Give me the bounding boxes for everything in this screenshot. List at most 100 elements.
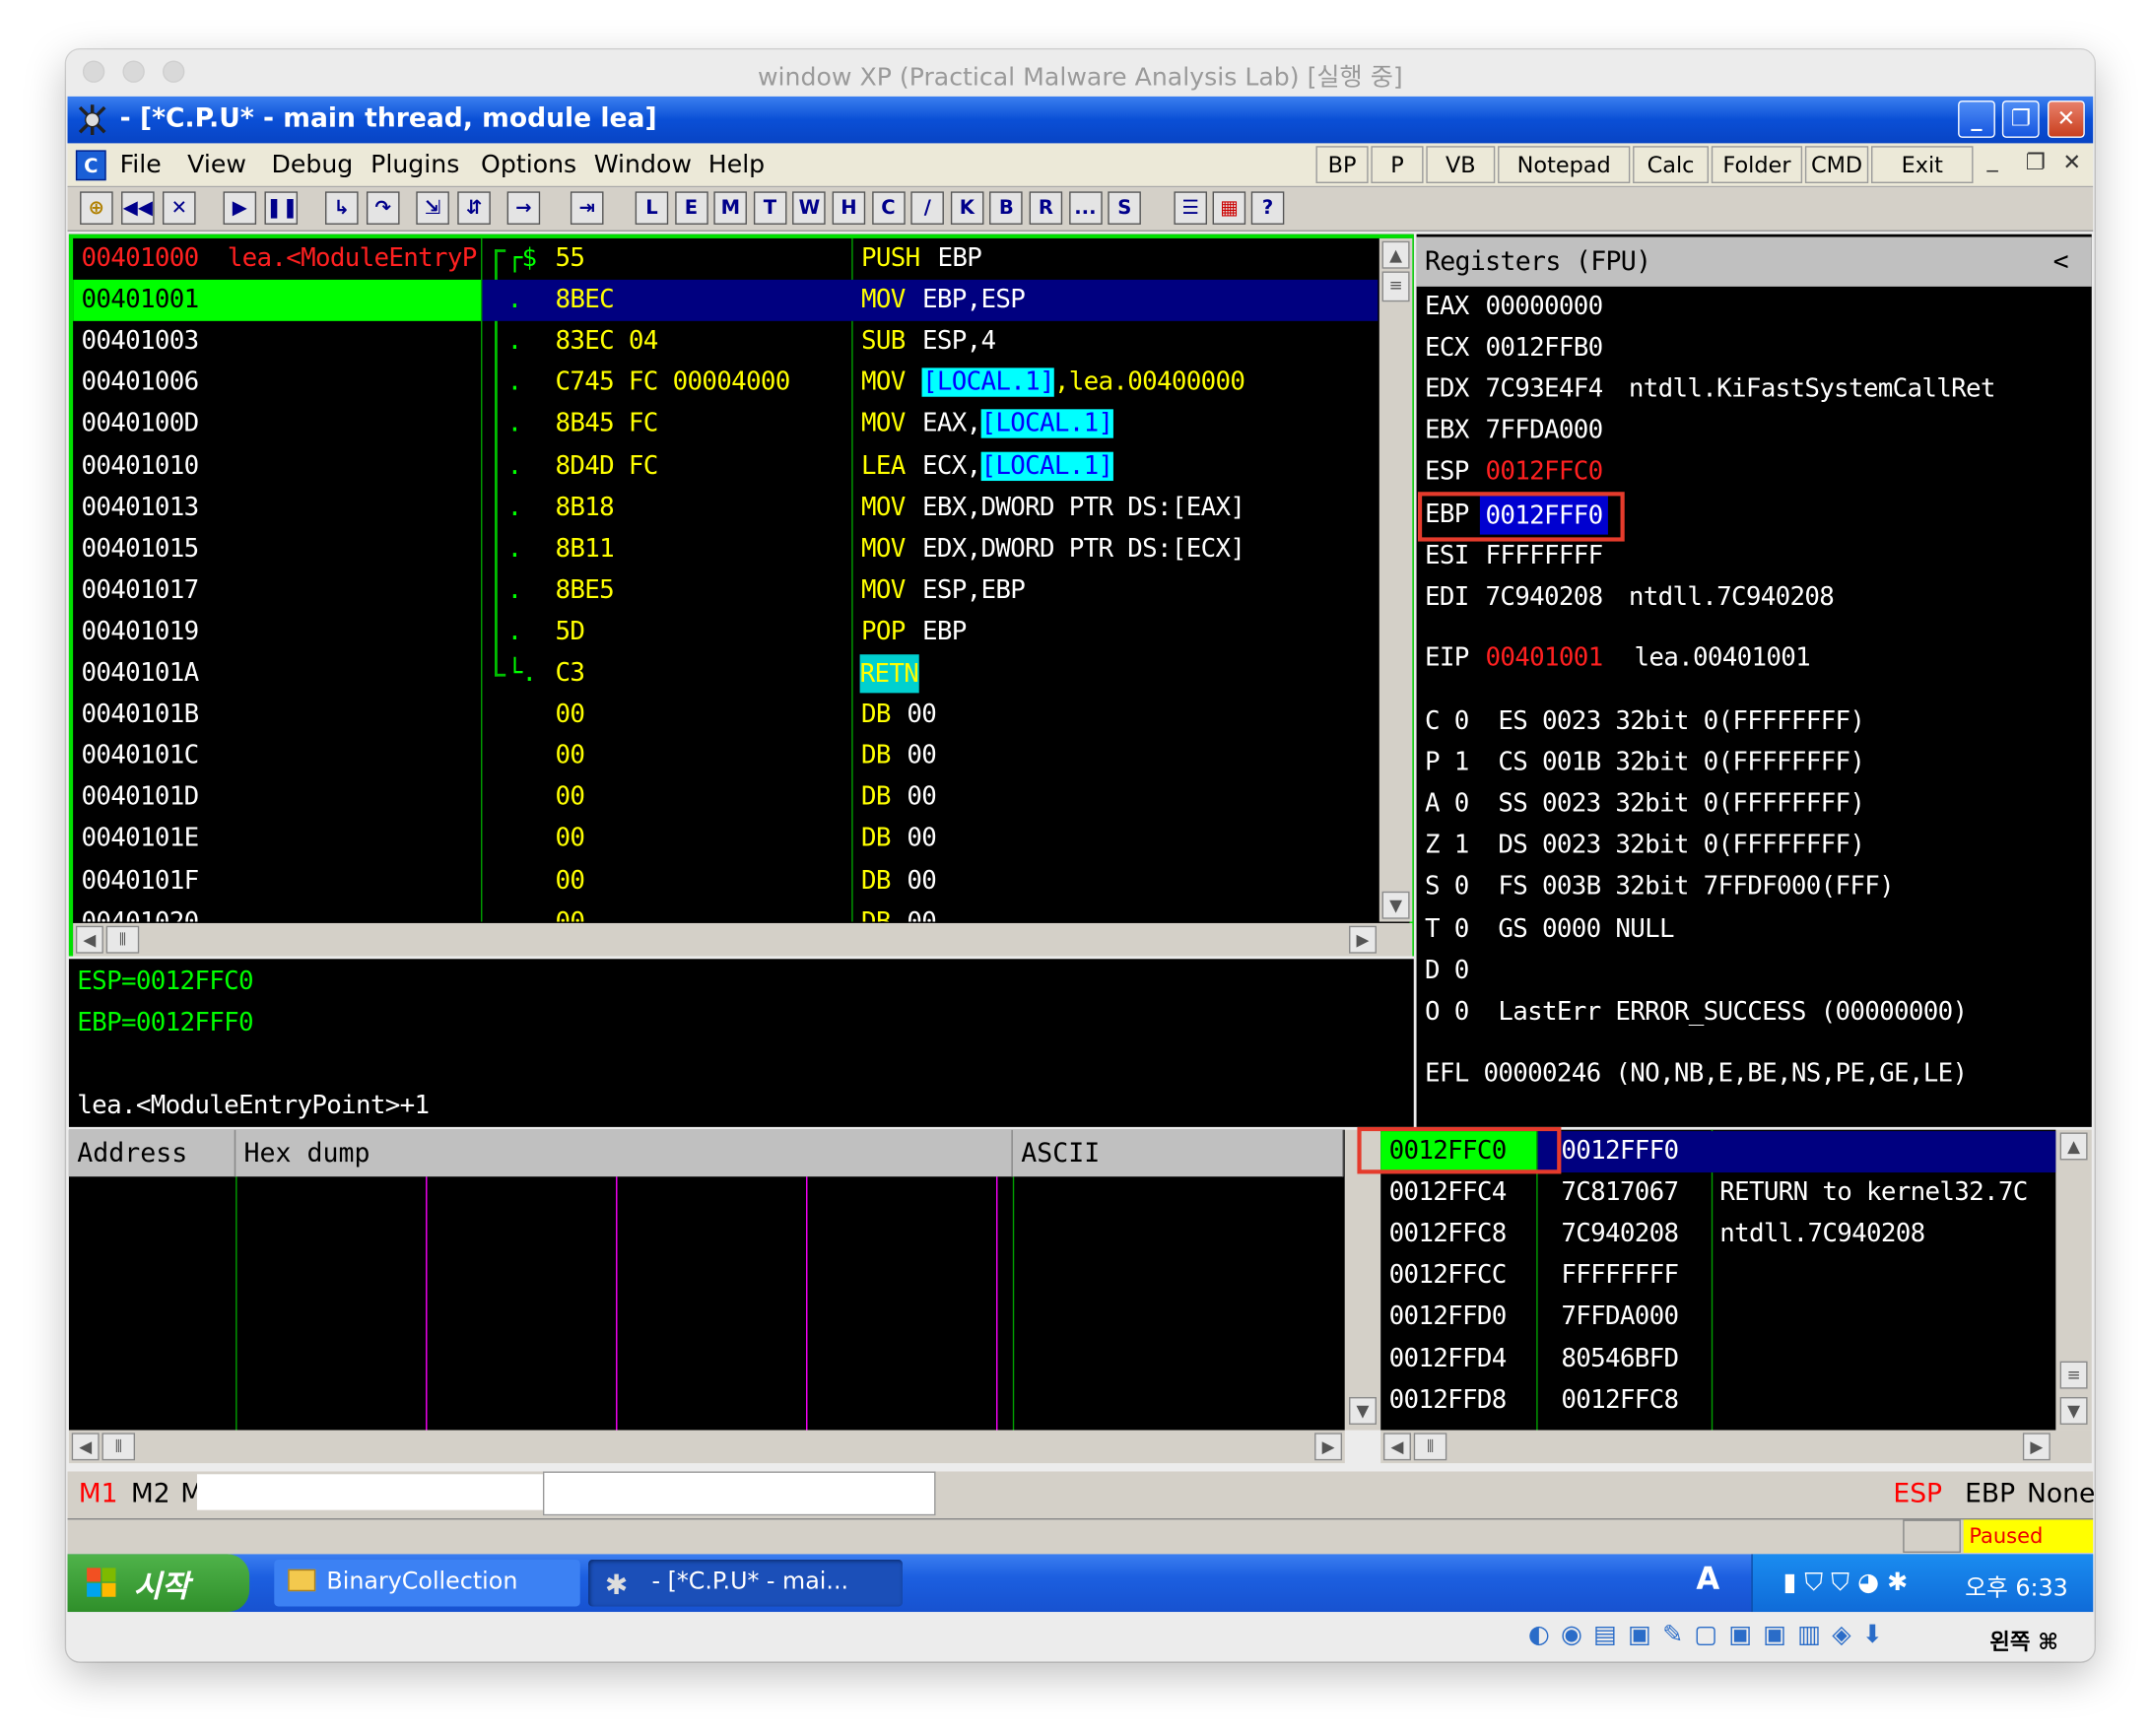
- letter-button[interactable]: B: [989, 191, 1024, 225]
- flag-row[interactable]: D 0: [1425, 950, 1469, 991]
- none-toggle[interactable]: None: [2027, 1478, 2095, 1508]
- disasm-row[interactable]: 0040100D. 8B45 FC MOV EAX,[LOCAL.1]: [73, 404, 1378, 445]
- disasm-row[interactable]: 00401013. 8B18 MOV EBX,DWORD PTR DS:[EAX]: [73, 487, 1378, 528]
- scroll-up-icon[interactable]: ▲: [1381, 240, 1410, 269]
- menu-window[interactable]: Window: [594, 150, 692, 178]
- vbox-device-icons[interactable]: ◐◉▤▣✎▢▣▣▥◈⬇: [1528, 1621, 1894, 1649]
- letter-button[interactable]: H: [832, 191, 866, 225]
- minimize-dot-icon[interactable]: [122, 60, 145, 83]
- flag-row[interactable]: P 1 CS 001B 32bit 0(FFFFFFFF): [1425, 743, 1865, 784]
- register-value[interactable]: 7C940208: [1485, 576, 1603, 618]
- efl-row[interactable]: EFL 00000246 (NO,NB,E,BE,NS,PE,GE,LE): [1425, 1054, 1968, 1096]
- letter-button[interactable]: C: [871, 191, 906, 225]
- disasm-row[interactable]: 00401010. 8D4D FC LEA ECX,[LOCAL.1]: [73, 445, 1378, 487]
- taskbar-item-folder[interactable]: BinaryCollection: [274, 1559, 580, 1607]
- stack-vscroll[interactable]: ▲ ≡ ▼: [2055, 1129, 2092, 1431]
- minimize-icon[interactable]: _: [1958, 100, 1995, 138]
- disasm-row[interactable]: 0040101E 00 DB 00: [73, 819, 1378, 860]
- menu-view[interactable]: View: [187, 150, 246, 178]
- register-row[interactable]: EDI 7C940208 ntdll.7C940208: [1417, 576, 2092, 618]
- ebp-toggle[interactable]: EBP: [1965, 1478, 2015, 1508]
- cmd-button[interactable]: CMD: [1804, 146, 1869, 183]
- dump-vscroll[interactable]: ▼: [1344, 1129, 1381, 1431]
- taskbar-item-ollydbg[interactable]: ✱ - [*C.P.U* - mai...: [588, 1559, 903, 1607]
- letter-button[interactable]: S: [1108, 191, 1142, 225]
- collapse-icon[interactable]: <: [2053, 241, 2069, 283]
- close-dot-icon[interactable]: [82, 60, 105, 83]
- m2-label[interactable]: M2: [131, 1478, 170, 1508]
- col-hex-dump[interactable]: Hex dump: [235, 1129, 1013, 1177]
- registers-pane[interactable]: Registers (FPU) < EAX 00000000 ECX 0012FFB0…: [1416, 234, 2092, 1127]
- disasm-vscroll[interactable]: ▲ ≡ ▼: [1379, 237, 1413, 922]
- register-value[interactable]: 0012FFB0: [1485, 328, 1603, 369]
- disasm-row[interactable]: 00401015. 8B11 MOV EDX,DWORD PTR DS:[ECX]: [73, 529, 1378, 570]
- step-over-icon[interactable]: ↷: [366, 191, 400, 225]
- flag-row[interactable]: O 0 LastErr ERROR_SUCCESS (00000000): [1425, 991, 1968, 1033]
- flag-row[interactable]: S 0 FS 003B 32bit 7FFDF000(FFF): [1425, 867, 1895, 908]
- register-value[interactable]: 0012FFC0: [1485, 452, 1603, 494]
- flag-row[interactable]: Z 1 DS 0023 32bit 0(FFFFFFFF): [1425, 826, 1865, 867]
- close-icon[interactable]: ✕: [2048, 100, 2085, 138]
- stack-pane[interactable]: 0012FFC0 0012FFF0 0012FFC4 7C817067 RETURN t…: [1380, 1129, 2056, 1431]
- disasm-row[interactable]: 0040101D 00 DB 00: [73, 777, 1378, 819]
- menu-file[interactable]: File: [120, 150, 162, 178]
- language-indicator[interactable]: A: [1696, 1563, 1719, 1597]
- scroll-thumb[interactable]: ⦀: [105, 925, 140, 954]
- cpu-window-icon[interactable]: C: [75, 150, 106, 181]
- notepad-button[interactable]: Notepad: [1498, 146, 1631, 183]
- disasm-row[interactable]: 0040101C 00 DB 00: [73, 736, 1378, 777]
- stack-row[interactable]: 0012FFD4 80546BFD: [1380, 1339, 2055, 1380]
- trace-into-icon[interactable]: ⇲: [416, 191, 449, 225]
- menu-options[interactable]: Options: [481, 150, 576, 178]
- letter-button[interactable]: R: [1029, 191, 1063, 225]
- register-value[interactable]: 00000000: [1485, 287, 1603, 328]
- menu-help[interactable]: Help: [708, 150, 765, 178]
- register-row[interactable]: ESI FFFFFFFF: [1417, 535, 2092, 576]
- scroll-thumb[interactable]: ≡: [1381, 271, 1410, 302]
- run-icon[interactable]: ▶: [223, 191, 257, 225]
- disasm-row[interactable]: 00401019. 5D POP EBP: [73, 612, 1378, 653]
- bp-button[interactable]: BP: [1315, 146, 1369, 183]
- flag-row[interactable]: A 0 SS 0023 32bit 0(FFFFFFFF): [1425, 784, 1865, 826]
- tray-icons[interactable]: ▮ ⛉ ⛉ ◕ ✱: [1783, 1568, 1909, 1596]
- register-row[interactable]: EDX 7C93E4F4 ntdll.KiFastSystemCallRet: [1417, 369, 2092, 411]
- open-icon[interactable]: ⊕: [80, 191, 113, 225]
- register-row[interactable]: ECX 0012FFB0: [1417, 328, 2092, 369]
- scroll-right-icon[interactable]: ▶: [1314, 1433, 1343, 1461]
- scroll-left-icon[interactable]: ◀: [1382, 1433, 1411, 1461]
- stack-row[interactable]: 0012FFCC FFFFFFFF: [1380, 1255, 2055, 1297]
- vb-button[interactable]: VB: [1426, 146, 1496, 183]
- register-value[interactable]: 7C93E4F4: [1485, 369, 1603, 411]
- register-row[interactable]: EBX 7FFDA000: [1417, 411, 2092, 452]
- exit-button[interactable]: Exit: [1871, 146, 1974, 183]
- register-row-eip[interactable]: EIP 00401001 lea.00401001: [1417, 637, 2092, 679]
- mdi-minimize-icon[interactable]: _: [1986, 146, 1997, 172]
- disasm-hscroll[interactable]: ◀ ⦀ ▶: [73, 922, 1413, 957]
- scroll-up-icon[interactable]: ▲: [2059, 1132, 2088, 1161]
- scroll-thumb[interactable]: ⦀: [101, 1433, 136, 1461]
- menu-debug[interactable]: Debug: [271, 150, 353, 178]
- scroll-right-icon[interactable]: ▶: [1349, 925, 1378, 954]
- letter-button[interactable]: K: [950, 191, 984, 225]
- col-ascii[interactable]: ASCII: [1012, 1129, 1344, 1177]
- disasm-row[interactable]: 0040101A └. C3 RETN: [73, 653, 1378, 695]
- disasm-row[interactable]: 0040101B 00 DB 00: [73, 695, 1378, 736]
- list-icon[interactable]: ☰: [1174, 191, 1207, 225]
- disasm-row[interactable]: 00401006. C745 FC 00004000 MOV [LOCAL.1],le…: [73, 363, 1378, 404]
- calc-button[interactable]: Calc: [1633, 146, 1710, 183]
- scroll-left-icon[interactable]: ◀: [71, 1433, 100, 1461]
- step-into-icon[interactable]: ↳: [325, 191, 359, 225]
- flag-row[interactable]: T 0 GS 0000 NULL: [1425, 908, 1675, 950]
- trace-over-icon[interactable]: ⇵: [457, 191, 491, 225]
- disasm-row[interactable]: 00401000 lea.<ModuleEntryP ┌$ 55 PUSH EBP: [73, 238, 1378, 280]
- letter-button[interactable]: M: [713, 191, 748, 225]
- letter-button[interactable]: ...: [1068, 191, 1103, 225]
- colors-icon[interactable]: ▦: [1212, 191, 1246, 225]
- stack-row[interactable]: 0012FFC4 7C817067 RETURN to kernel32.7C: [1380, 1172, 2055, 1214]
- scroll-thumb[interactable]: ≡: [2059, 1361, 2088, 1389]
- disasm-row[interactable]: 0040101F 00 DB 00: [73, 860, 1378, 901]
- pause-icon[interactable]: ❚❚: [264, 191, 299, 225]
- disasm-row[interactable]: 00401020 00 DB 00: [73, 901, 1378, 922]
- letter-button[interactable]: /: [910, 191, 945, 225]
- letter-button[interactable]: E: [674, 191, 708, 225]
